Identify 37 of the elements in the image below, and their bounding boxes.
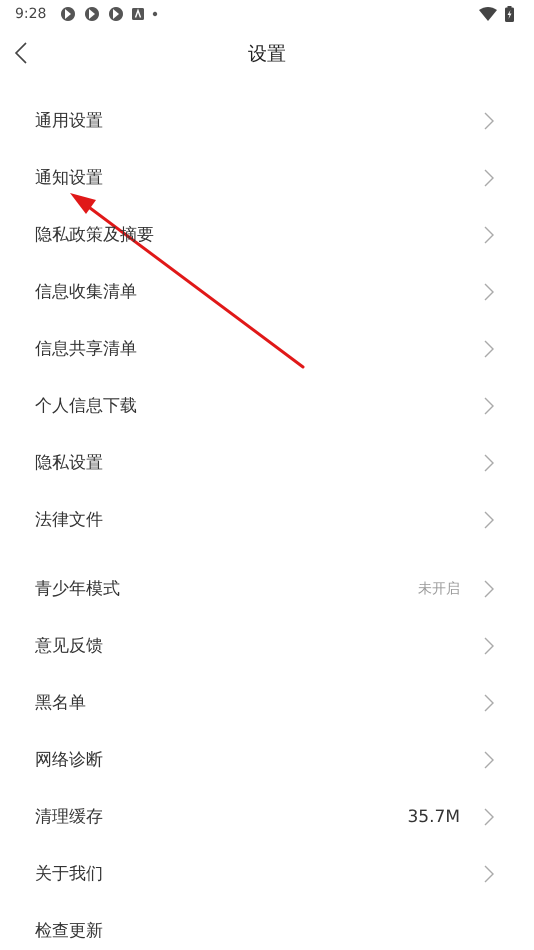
battery-icon bbox=[505, 6, 514, 22]
page-title: 设置 bbox=[248, 42, 286, 67]
chevron-icon bbox=[484, 636, 494, 654]
chevron-icon bbox=[484, 510, 494, 528]
chevron-icon bbox=[484, 112, 494, 130]
settings-item[interactable]: 意见反馈 bbox=[0, 617, 534, 674]
chevron-icon bbox=[484, 282, 494, 300]
settings-item[interactable]: 检查更新 bbox=[0, 902, 534, 950]
settings-item[interactable]: 个人信息下载 bbox=[0, 377, 534, 434]
settings-item[interactable]: 通知设置 bbox=[0, 149, 534, 206]
chevron-icon bbox=[484, 226, 494, 244]
chevron-icon bbox=[484, 580, 494, 598]
notification-icon bbox=[60, 6, 76, 22]
settings-item[interactable]: 信息共享清单 bbox=[0, 320, 534, 377]
settings-item[interactable]: 青少年模式 未开启 bbox=[0, 560, 534, 617]
chevron-icon bbox=[484, 168, 494, 186]
chevron-icon bbox=[484, 808, 494, 826]
chevron-icon bbox=[484, 396, 494, 414]
chevron-icon bbox=[484, 454, 494, 472]
settings-item[interactable]: 黑名单 bbox=[0, 674, 534, 731]
settings-item[interactable]: 隐私设置 bbox=[0, 434, 534, 491]
app-notification-icon bbox=[132, 8, 144, 20]
wifi-icon bbox=[479, 7, 497, 21]
chevron-icon bbox=[484, 694, 494, 712]
settings-item[interactable]: 通用设置 bbox=[0, 92, 534, 149]
chevron-icon bbox=[484, 864, 494, 882]
status-time: 9:28 bbox=[15, 6, 46, 22]
settings-item[interactable]: 关于我们 bbox=[0, 845, 534, 902]
settings-item[interactable]: 网络诊断 bbox=[0, 731, 534, 788]
settings-item[interactable]: 清理缓存 35.7M bbox=[0, 788, 534, 845]
notification-icon bbox=[108, 6, 124, 22]
more-dot-icon bbox=[152, 11, 158, 17]
settings-item[interactable]: 法律文件 bbox=[0, 491, 534, 548]
chevron-icon bbox=[484, 750, 494, 768]
chevron-icon bbox=[484, 340, 494, 358]
settings-item[interactable]: 信息收集清单 bbox=[0, 263, 534, 320]
notification-icon bbox=[84, 6, 100, 22]
